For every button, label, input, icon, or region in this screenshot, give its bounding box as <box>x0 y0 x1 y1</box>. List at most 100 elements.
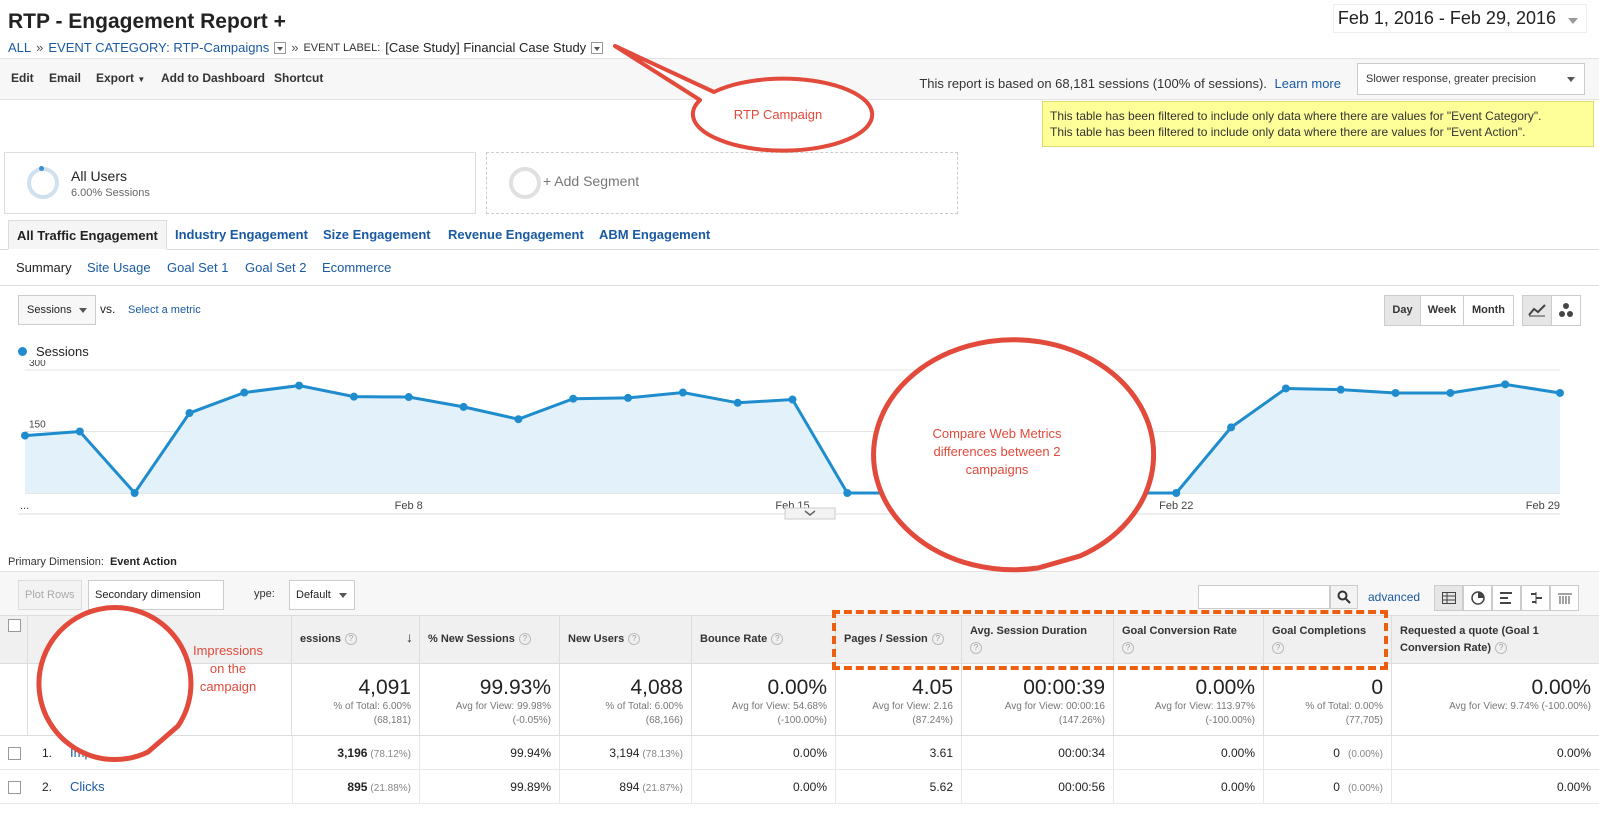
col-label: essions <box>300 633 341 645</box>
segment-all-users[interactable]: All Users 6.00% Sessions <box>4 152 476 214</box>
col-requested-quote[interactable]: Requested a quote (Goal 1 Conversion Rate… <box>1392 616 1599 665</box>
day-button[interactable]: Day <box>1384 295 1421 326</box>
motion-chart-button[interactable] <box>1551 295 1581 326</box>
data-point <box>1007 489 1016 497</box>
view-percentage-button[interactable] <box>1463 585 1492 611</box>
breadcrumb-all[interactable]: ALL <box>8 40 31 55</box>
data-point <box>1281 384 1290 393</box>
total-value: 4.05 <box>912 676 953 699</box>
data-point <box>1227 423 1236 432</box>
tab-size-engagement[interactable]: Size Engagement <box>315 220 439 250</box>
legend-label: Sessions <box>36 344 89 359</box>
week-button[interactable]: Week <box>1420 295 1464 326</box>
select-all-checkbox[interactable] <box>8 619 21 632</box>
col-new-sessions[interactable]: % New Sessions? <box>420 616 560 665</box>
primary-dimension-value[interactable]: Event Action <box>110 556 177 568</box>
impressions-callout-text: Impressions on the campaign <box>192 643 264 694</box>
col-sessions[interactable]: essions? ↓ <box>292 616 420 665</box>
subtab-ecommerce[interactable]: Ecommerce <box>322 260 391 275</box>
select-metric-link[interactable]: Select a metric <box>128 304 201 316</box>
segment-name: All Users <box>71 168 128 184</box>
totals-spacer <box>0 664 28 736</box>
cell-pages-session: 5.62 <box>836 770 962 804</box>
row-checkbox[interactable] <box>8 747 21 760</box>
line-chart-button[interactable] <box>1522 295 1552 326</box>
total-sub: % of Total: 6.00% <box>333 701 411 712</box>
tab-abm-engagement[interactable]: ABM Engagement <box>591 220 718 250</box>
view-comparison-button[interactable] <box>1521 585 1550 611</box>
view-performance-button[interactable] <box>1492 585 1521 611</box>
help-icon[interactable]: ? <box>518 633 531 646</box>
tab-revenue-engagement[interactable]: Revenue Engagement <box>440 220 592 250</box>
total-bounce-rate: 0.00% Avg for View: 54.68% (-100.00%) <box>692 664 836 736</box>
col-label: New Users <box>568 633 625 645</box>
total-sub: (68,181) <box>373 715 411 726</box>
total-sub: (77,705) <box>1345 715 1383 726</box>
primary-dimension: Primary Dimension: Event Action <box>8 556 177 568</box>
cell-value: 3,196 <box>337 746 368 760</box>
secondary-dimension-dropdown[interactable]: Secondary dimension <box>88 580 224 610</box>
total-goal-completions: 0 % of Total: 0.00% (77,705) <box>1264 664 1392 736</box>
subtab-goal-set-1[interactable]: Goal Set 1 <box>167 260 228 275</box>
view-data-button[interactable] <box>1434 585 1463 611</box>
row-checkbox[interactable] <box>8 781 21 794</box>
date-range-picker[interactable]: Feb 1, 2016 - Feb 29, 2016 <box>1332 4 1587 33</box>
subtab-summary[interactable]: Summary <box>16 260 72 275</box>
data-point <box>404 393 413 402</box>
row-event-action-link[interactable]: Clicks <box>70 779 105 794</box>
data-point <box>624 393 633 402</box>
advanced-filter-link[interactable]: advanced <box>1368 590 1420 604</box>
total-value: 0 <box>1371 676 1383 699</box>
subtab-site-usage[interactable]: Site Usage <box>87 260 151 275</box>
edit-button[interactable]: Edit <box>11 71 34 85</box>
export-button[interactable]: Export ▼ <box>96 71 145 85</box>
chevron-down-icon: ▼ <box>137 75 146 84</box>
help-icon[interactable]: ? <box>344 633 357 646</box>
learn-more-link[interactable]: Learn more <box>1275 76 1341 91</box>
row-event-action-link[interactable]: Impressions <box>70 745 140 760</box>
x-tick-label: ... <box>20 500 29 512</box>
breadcrumb: ALL » EVENT CATEGORY: RTP-Campaigns » EV… <box>8 40 604 55</box>
label-dropdown-icon[interactable] <box>591 41 604 54</box>
cell-value: 0 <box>1333 780 1340 794</box>
add-to-dashboard-button[interactable]: Add to Dashboard <box>161 71 265 85</box>
tab-industry-engagement[interactable]: Industry Engagement <box>167 220 316 250</box>
tab-all-traffic-engagement[interactable]: All Traffic Engagement <box>8 220 167 250</box>
help-icon[interactable]: ? <box>123 633 136 646</box>
cell-pct: (21.87%) <box>642 783 683 794</box>
precision-dropdown[interactable]: Slower response, greater precision <box>1357 63 1585 95</box>
cell-bounce-rate: 0.00% <box>692 736 836 770</box>
x-tick-label: Feb 29 <box>1526 500 1560 512</box>
rtp-callout-text: RTP Campaign <box>733 107 823 122</box>
total-value: 0.00% <box>767 676 827 699</box>
breadcrumb-event-category[interactable]: EVENT CATEGORY: RTP-Campaigns <box>48 40 269 55</box>
category-dropdown-icon[interactable] <box>274 41 287 54</box>
help-icon[interactable]: ? <box>628 633 641 646</box>
search-button[interactable] <box>1330 585 1358 609</box>
plot-rows-button[interactable]: Plot Rows <box>18 580 82 610</box>
col-bounce-rate[interactable]: Bounce Rate? <box>692 616 836 665</box>
chevron-down-icon <box>339 593 347 598</box>
pie-chart-icon <box>1471 591 1485 605</box>
cell-avg-duration: 00:00:56 <box>962 770 1114 804</box>
help-icon[interactable]: ? <box>1495 642 1508 655</box>
add-segment-button[interactable]: + Add Segment <box>486 152 958 214</box>
help-icon[interactable]: ? <box>771 633 784 646</box>
sort-type-dropdown[interactable]: Default <box>289 580 355 610</box>
month-button[interactable]: Month <box>1463 295 1514 326</box>
table-search-input[interactable] <box>1198 585 1330 609</box>
chevron-down-icon <box>1567 77 1575 82</box>
total-value: 00:00:39 <box>1023 676 1105 699</box>
col-new-users[interactable]: New Users? <box>560 616 692 665</box>
comparison-icon <box>1531 592 1542 604</box>
email-button[interactable]: Email <box>49 71 81 85</box>
metric-dropdown[interactable]: Sessions <box>18 295 96 325</box>
subtab-goal-set-2[interactable]: Goal Set 2 <box>245 260 306 275</box>
shortcut-button[interactable]: Shortcut <box>274 71 323 85</box>
filter-notice-line: This table has been filtered to include … <box>1050 109 1542 123</box>
data-point <box>1501 380 1510 389</box>
data-point <box>185 409 194 418</box>
y-tick-label: 300 <box>29 360 46 369</box>
view-pivot-button[interactable] <box>1550 585 1579 611</box>
data-point <box>1391 388 1400 397</box>
